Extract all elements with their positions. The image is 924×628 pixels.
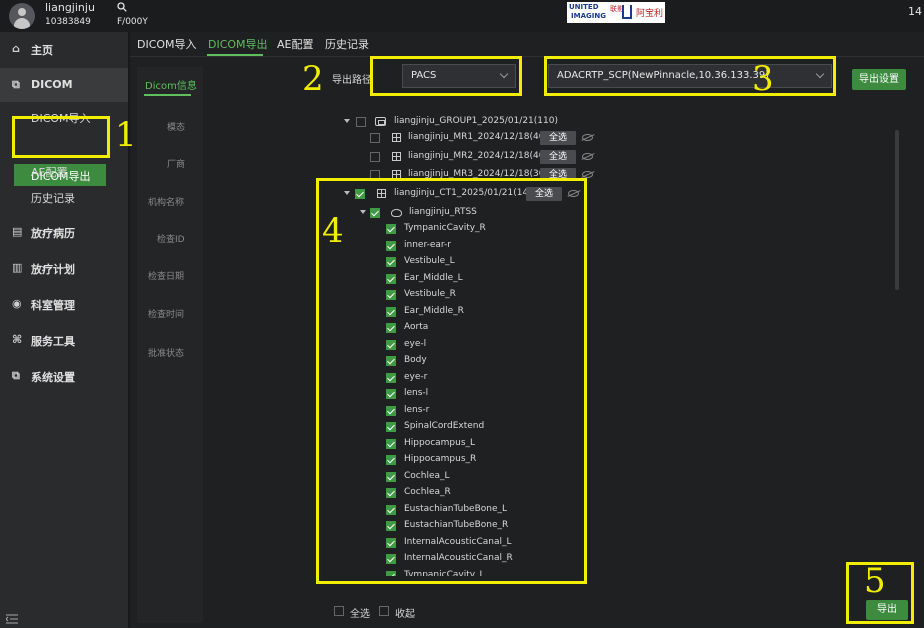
home-icon: ⌂: [12, 42, 20, 55]
dept-icon: ◉: [12, 297, 22, 310]
plan-icon: ▥: [12, 261, 23, 274]
tab-ae-config[interactable]: AE配置: [277, 36, 313, 52]
study-icon: [375, 117, 386, 126]
info-label-institution: 机构名称: [148, 198, 185, 208]
group-checkbox[interactable]: [356, 117, 366, 127]
info-label-vendor: 厂商: [167, 160, 186, 170]
top-bar: liangjinju 10383849 F/000Y UNITED IMAGIN…: [0, 0, 924, 32]
collapse-sidebar-icon[interactable]: [6, 614, 18, 624]
sidebar-item-home[interactable]: ⌂ 主页: [0, 32, 128, 66]
visibility-off-icon[interactable]: [582, 171, 593, 178]
export-settings-button[interactable]: 导出设置: [852, 69, 906, 90]
tree-row-series[interactable]: liangjinju_MR2_2024/12/18(40) 全选: [368, 149, 598, 165]
annotation-box-2: [370, 56, 522, 96]
visibility-off-icon[interactable]: [582, 134, 593, 141]
dicom-info-panel: Dicom信息: [137, 67, 203, 623]
tree-scrollbar[interactable]: [895, 130, 899, 290]
annotation-box-4: [316, 178, 587, 584]
annotation-number-3: 3: [752, 59, 774, 99]
sidebar-item-rt-plan[interactable]: ▥ 放疗计划: [0, 251, 128, 285]
collapse-checkbox[interactable]: [379, 606, 389, 616]
tab-history[interactable]: 历史记录: [325, 36, 369, 52]
select-all-button[interactable]: 全选: [540, 150, 576, 164]
sidebar-item-tools[interactable]: ⌘ 服务工具: [0, 323, 128, 357]
clock: 14: [908, 5, 922, 18]
visibility-off-icon[interactable]: [582, 153, 593, 160]
tab-dicom-import[interactable]: DICOM导入: [137, 36, 197, 52]
search-icon[interactable]: [117, 2, 127, 12]
sidebar-item-history[interactable]: 历史记录: [0, 184, 128, 210]
info-label-study-id: 检查ID: [157, 235, 185, 245]
info-label-study-date: 检查日期: [148, 272, 185, 282]
series-icon: [392, 133, 401, 142]
sidebar-item-rt-records[interactable]: ▤ 放疗病历: [0, 215, 128, 249]
dicom-icon: ⧉: [12, 78, 20, 91]
sidebar-item-settings[interactable]: ⧉ 系统设置: [0, 359, 128, 393]
annotation-number-4: 4: [322, 211, 344, 251]
sidebar-item-dept[interactable]: ◉ 科室管理: [0, 287, 128, 321]
info-label-study-time: 检查时间: [148, 310, 185, 320]
info-label-approval: 批准状态: [148, 349, 185, 359]
expand-icon[interactable]: [344, 119, 350, 123]
username: liangjinju: [45, 1, 95, 14]
series-checkbox[interactable]: [370, 133, 380, 143]
dicom-info-tab[interactable]: Dicom信息: [145, 77, 197, 92]
series-icon: [392, 152, 401, 161]
select-all-checkbox[interactable]: [334, 606, 344, 616]
export-path-label: 导出路径: [332, 75, 372, 86]
tab-dicom-export[interactable]: DICOM导出: [208, 36, 268, 52]
record-icon: ▤: [12, 225, 23, 238]
annotation-number-1: 1: [115, 115, 137, 155]
sidebar-item-ae-config[interactable]: AE配置: [0, 158, 128, 184]
brand-logo: UNITED IMAGING 联影 阿宝利: [567, 2, 665, 23]
annotation-box-3: [544, 56, 836, 96]
patient-code: F/000Y: [117, 17, 148, 27]
sidebar-item-dicom[interactable]: ⧉ DICOM: [0, 68, 128, 102]
series-checkbox[interactable]: [370, 152, 380, 162]
dicom-info-tab-indicator: [144, 94, 191, 96]
settings-icon: ⧉: [12, 369, 20, 382]
tab-bar: DICOM导入 DICOM导出 AE配置 历史记录: [130, 32, 924, 56]
annotation-number-2: 2: [302, 59, 324, 99]
select-all-button[interactable]: 全选: [540, 131, 576, 145]
tree-row-group[interactable]: liangjinju_GROUP1_2025/01/21(110): [342, 114, 602, 130]
tools-icon: ⌘: [12, 333, 23, 346]
info-label-modality: 模态: [167, 123, 186, 133]
avatar[interactable]: [9, 3, 35, 29]
user-id: 10383849: [45, 17, 91, 27]
annotation-number-5: 5: [864, 561, 886, 601]
tree-row-series[interactable]: liangjinju_MR1_2024/12/18(40) 全选: [368, 130, 598, 146]
annotation-box-1: [12, 116, 110, 158]
